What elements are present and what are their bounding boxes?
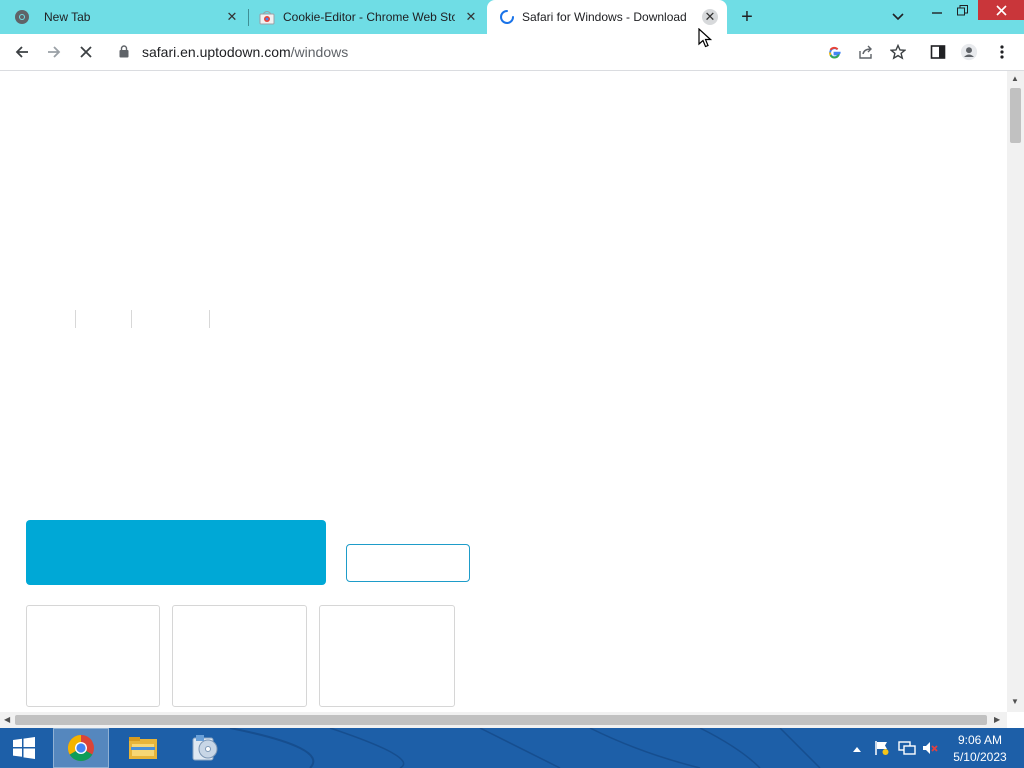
tab-title: Safari for Windows - Download it [522,10,690,24]
bookmark-button[interactable] [889,43,907,61]
close-icon [995,4,1007,16]
minimize-icon [932,12,942,14]
avatar-icon [960,43,978,61]
download-button[interactable] [26,520,326,585]
network-icon [898,741,916,755]
tab-title: New Tab [44,10,91,24]
url-path: /windows [290,44,349,60]
scroll-down-arrow-icon[interactable]: ▼ [1011,697,1019,706]
clock-date[interactable]: 5/10/2023 [945,750,1015,764]
scroll-up-arrow-icon[interactable]: ▲ [1011,74,1019,83]
google-lens-button[interactable] [825,43,843,61]
horizontal-scroll-thumb[interactable] [15,715,987,725]
kebab-menu-icon [1000,45,1004,59]
side-panel-icon [930,45,946,59]
placeholder-card[interactable] [26,605,160,707]
flag-icon [875,741,889,755]
tab-strip: New Tab ✕ Cookie-Editor - Chrome Web Sto… [0,0,1024,34]
back-arrow-icon [15,46,28,58]
taskbar-file-explorer[interactable] [115,728,171,768]
vertical-scroll-thumb[interactable] [1010,88,1021,143]
stop-icon [80,46,92,58]
star-icon [890,44,906,60]
network-button[interactable] [898,740,916,759]
back-button[interactable] [10,40,34,64]
new-tab-button[interactable]: + [737,7,757,27]
url-text[interactable]: safari.en.uptodown.com/windows [142,44,348,60]
restore-button[interactable] [947,0,977,20]
secondary-button[interactable] [346,544,470,582]
windows-taskbar: 9:06 AM 5/10/2023 [0,728,1024,768]
media-app-icon [192,735,218,761]
windows-logo-icon [13,737,35,759]
tab-new-tab[interactable]: New Tab ✕ [0,0,248,34]
taskbar-media-app[interactable] [177,728,233,768]
share-button[interactable] [857,43,875,61]
stop-loading-button[interactable] [74,40,98,64]
placeholder-divider [209,310,210,328]
loading-spinner-icon [500,10,514,24]
scroll-right-arrow-icon[interactable]: ▶ [994,715,1000,724]
file-explorer-icon [129,737,157,759]
chrome-web-store-icon [259,11,275,25]
start-button[interactable] [0,728,48,768]
forward-arrow-icon [48,46,61,58]
forward-button[interactable] [42,40,66,64]
tab-close-icon[interactable]: ✕ [702,9,718,25]
volume-button[interactable] [922,740,940,759]
google-icon [828,46,841,58]
menu-button[interactable] [993,43,1011,61]
profile-button[interactable] [960,43,978,61]
chrome-icon [67,734,94,762]
tab-title: Cookie-Editor - Chrome Web Sto [283,10,455,24]
vertical-scrollbar[interactable] [1007,71,1024,712]
placeholder-divider [75,310,76,328]
url-host: safari.en.uptodown.com [142,44,291,60]
mouse-cursor-icon [698,28,712,48]
lock-icon[interactable] [119,45,129,58]
tab-close-icon[interactable]: ✕ [224,9,240,25]
close-window-button[interactable] [978,0,1024,20]
tab-cookie-editor[interactable]: Cookie-Editor - Chrome Web Sto ✕ [249,0,487,34]
tab-safari-for-windows[interactable]: Safari for Windows - Download it ✕ [487,0,727,34]
volume-muted-icon [923,742,938,754]
placeholder-card[interactable] [172,605,307,707]
side-panel-button[interactable] [929,43,947,61]
taskbar-chrome[interactable] [53,728,109,768]
chrome-icon [15,10,29,24]
chevron-up-icon [853,747,861,752]
tab-search-chevron-icon[interactable] [889,9,907,25]
show-hidden-icons-button[interactable] [852,742,862,756]
restore-icon [956,4,968,15]
share-icon [859,45,872,59]
placeholder-divider [131,310,132,328]
placeholder-card[interactable] [319,605,455,707]
clock-time[interactable]: 9:06 AM [945,733,1015,747]
scroll-left-arrow-icon[interactable]: ◀ [4,715,10,724]
tab-close-icon[interactable]: ✕ [463,9,479,25]
action-center-button[interactable] [874,740,890,759]
